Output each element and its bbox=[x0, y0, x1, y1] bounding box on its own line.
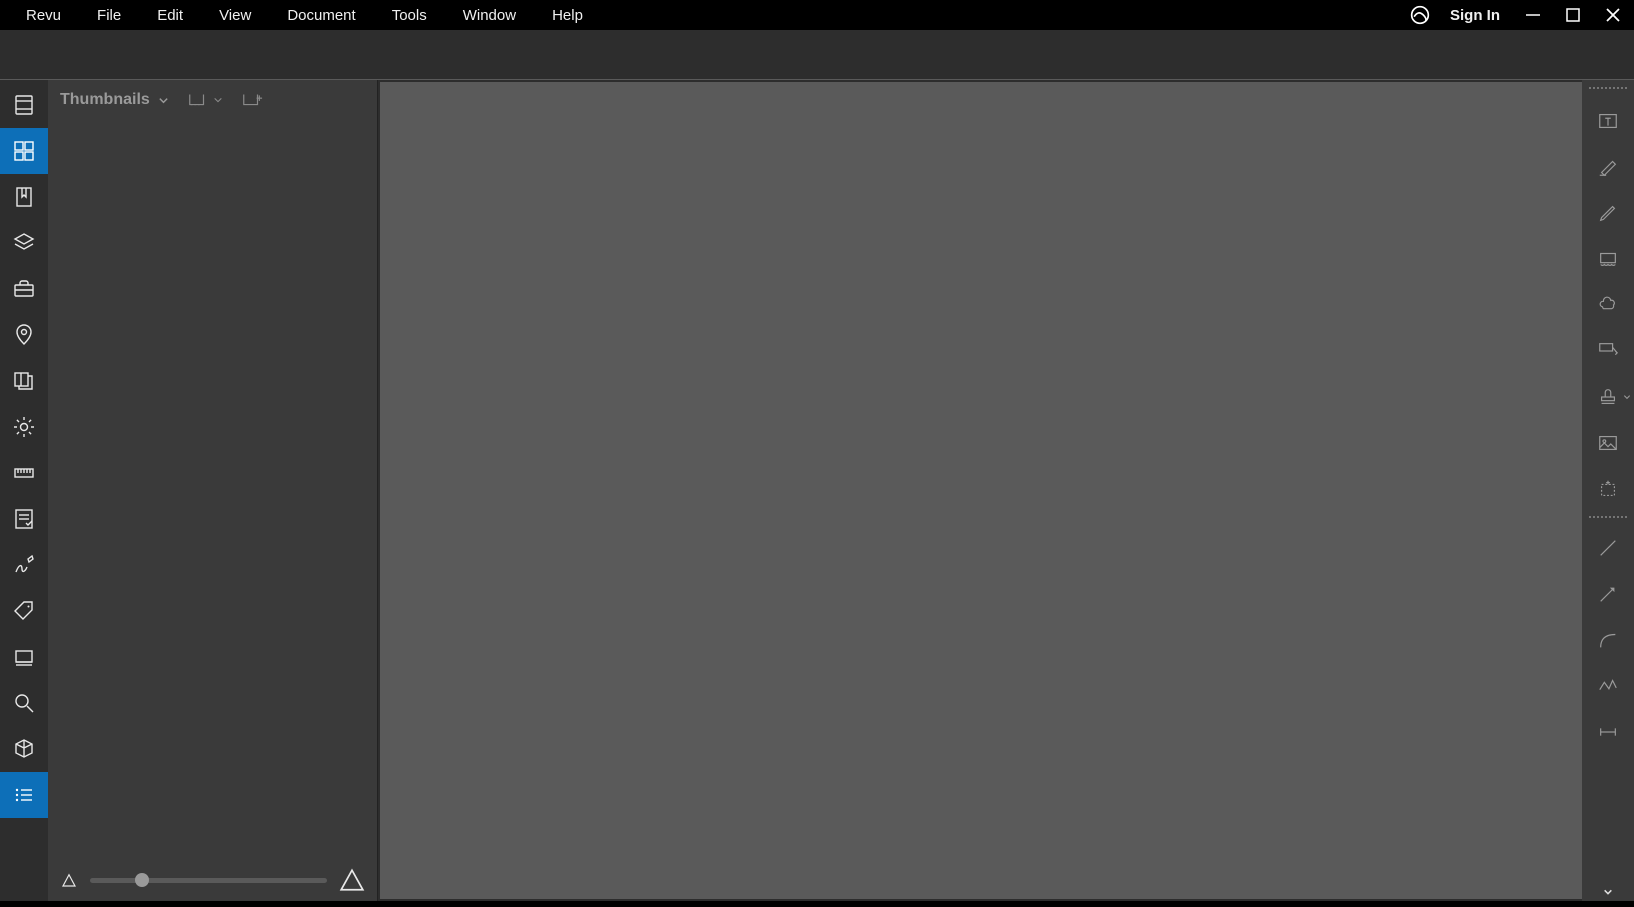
callout-icon[interactable] bbox=[1582, 328, 1634, 374]
menu-tools[interactable]: Tools bbox=[374, 3, 445, 28]
pen-icon[interactable] bbox=[1582, 190, 1634, 236]
arc-icon[interactable] bbox=[1582, 617, 1634, 663]
dimension-icon[interactable] bbox=[1582, 709, 1634, 755]
workspace: Thumbnails bbox=[0, 80, 1634, 901]
tool-chest-icon[interactable] bbox=[0, 266, 48, 312]
rail-expand-icon[interactable] bbox=[1582, 883, 1634, 901]
search-icon[interactable] bbox=[0, 680, 48, 726]
text-box-icon[interactable] bbox=[1582, 98, 1634, 144]
rail-divider bbox=[1588, 516, 1628, 521]
bookmarks-icon[interactable] bbox=[0, 174, 48, 220]
highlight-icon[interactable] bbox=[1582, 144, 1634, 190]
3d-icon[interactable] bbox=[0, 726, 48, 772]
thumbnails-footer bbox=[48, 859, 377, 901]
window-maximize-button[interactable] bbox=[1560, 2, 1586, 28]
document-canvas[interactable] bbox=[380, 82, 1582, 899]
stamp-dropdown-icon[interactable] bbox=[1623, 388, 1631, 406]
menu-left: Revu File Edit View Document Tools Windo… bbox=[8, 3, 601, 28]
menu-revu[interactable]: Revu bbox=[8, 3, 79, 28]
menu-window[interactable]: Window bbox=[445, 3, 534, 28]
menu-help[interactable]: Help bbox=[534, 3, 601, 28]
layers-icon[interactable] bbox=[0, 220, 48, 266]
thumbnails-title[interactable]: Thumbnails bbox=[60, 91, 150, 109]
bluebeam-brand-icon bbox=[1410, 5, 1430, 25]
settings-icon[interactable] bbox=[0, 404, 48, 450]
sign-in-button[interactable]: Sign In bbox=[1444, 7, 1506, 24]
snapshot-icon[interactable] bbox=[1582, 466, 1634, 512]
measurements-icon[interactable] bbox=[0, 450, 48, 496]
line-icon[interactable] bbox=[1582, 525, 1634, 571]
arrow-icon[interactable] bbox=[1582, 571, 1634, 617]
studio-icon[interactable] bbox=[0, 634, 48, 680]
thumbnails-list bbox=[48, 120, 377, 859]
create-page-label-button[interactable] bbox=[241, 91, 263, 109]
menu-file[interactable]: File bbox=[79, 3, 139, 28]
polyline-icon[interactable] bbox=[1582, 663, 1634, 709]
document-toolbar bbox=[0, 30, 1634, 80]
menu-document[interactable]: Document bbox=[269, 3, 373, 28]
stamp-icon[interactable] bbox=[1582, 374, 1634, 420]
image-icon[interactable] bbox=[1582, 420, 1634, 466]
places-icon[interactable] bbox=[0, 312, 48, 358]
thumbnails-panel: Thumbnails bbox=[48, 80, 378, 901]
signatures-icon[interactable] bbox=[0, 542, 48, 588]
thumbnails-panel-header: Thumbnails bbox=[48, 80, 377, 120]
menu-right: Sign In bbox=[1410, 2, 1626, 28]
menu-edit[interactable]: Edit bbox=[139, 3, 201, 28]
window-minimize-button[interactable] bbox=[1520, 2, 1546, 28]
cloud-icon[interactable] bbox=[1582, 282, 1634, 328]
tags-icon[interactable] bbox=[0, 588, 48, 634]
menubar: Revu File Edit View Document Tools Windo… bbox=[0, 0, 1634, 30]
properties-icon[interactable] bbox=[0, 772, 48, 818]
page-label-dropdown[interactable] bbox=[187, 91, 223, 109]
zoom-out-thumb-icon[interactable] bbox=[60, 871, 78, 889]
menu-view[interactable]: View bbox=[201, 3, 269, 28]
zoom-in-thumb-icon[interactable] bbox=[339, 867, 365, 893]
cloud-rect-icon[interactable] bbox=[1582, 236, 1634, 282]
thumbnails-icon[interactable] bbox=[0, 128, 48, 174]
left-panel-rail bbox=[0, 80, 48, 901]
thumbnails-title-dropdown[interactable] bbox=[158, 95, 169, 106]
right-tool-rail bbox=[1582, 80, 1634, 901]
window-close-button[interactable] bbox=[1600, 2, 1626, 28]
forms-icon[interactable] bbox=[0, 496, 48, 542]
rail-drag-handle[interactable] bbox=[1588, 87, 1628, 92]
footer-bar bbox=[0, 901, 1634, 907]
sets-icon[interactable] bbox=[0, 358, 48, 404]
file-access-icon[interactable] bbox=[0, 82, 48, 128]
thumbnail-size-slider[interactable] bbox=[90, 870, 327, 890]
